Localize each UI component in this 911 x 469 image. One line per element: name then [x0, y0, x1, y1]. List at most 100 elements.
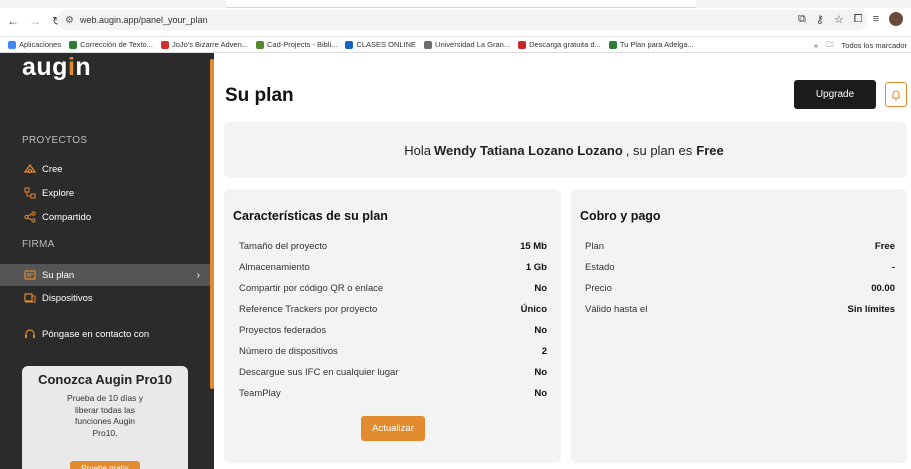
list-item: Almacenamiento 1 Gb	[239, 257, 547, 278]
row-value: No	[534, 325, 547, 336]
bookmark-label: JoJo's Bizarre Adven...	[171, 40, 248, 49]
bookmark-label: Tu Plan para Adelga...	[619, 40, 694, 49]
sidebar-item-su-plan[interactable]: Su plan ›	[0, 264, 210, 286]
bookmark-item[interactable]: CLASES ONLINE	[345, 40, 416, 49]
password-icon[interactable]: ⚷	[816, 13, 824, 26]
url-text: web.augin.app/panel_your_plan	[79, 15, 208, 25]
bookmark-favicon-icon	[69, 40, 78, 49]
profile-avatar[interactable]	[889, 12, 903, 26]
star-icon[interactable]: ☆	[834, 13, 844, 26]
row-label: Compartir por código QR o enlace	[239, 283, 384, 294]
promo-card: Conozca Augin Pro10 Prueba de 10 días y …	[22, 366, 188, 469]
apps-grid-icon	[8, 40, 16, 49]
row-value: No	[534, 367, 547, 378]
list-item: Descargue sus IFC en cualquier lugar No	[239, 362, 547, 383]
sidebar-item-compartido[interactable]: Compartido	[0, 206, 210, 228]
browser-actions: ⧉ ⚷ ☆ ⧠ ≡	[798, 9, 903, 29]
list-item: Proyectos federados No	[239, 320, 547, 341]
headset-icon	[24, 328, 36, 340]
bookmark-favicon-icon	[518, 40, 527, 49]
greeting-banner: Hola Wendy Tatiana Lozano Lozano , su pl…	[224, 122, 907, 178]
list-item: Compartir por código QR o enlace No	[239, 278, 547, 299]
upgrade-button[interactable]: Upgrade	[794, 80, 876, 109]
bookmark-favicon-icon	[424, 40, 433, 49]
bookmark-label: Cad-Projects - Bibli...	[267, 40, 338, 49]
list-item: Estado -	[585, 257, 895, 278]
tab-strip	[0, 0, 911, 8]
sidebar-item-cree[interactable]: Cree	[0, 158, 210, 180]
address-bar[interactable]: ⚙ web.augin.app/panel_your_plan	[57, 10, 867, 30]
bookmark-item[interactable]: Corrección de Texto...	[69, 40, 153, 49]
bookmark-item[interactable]: Descarga gratuita d...	[518, 40, 601, 49]
bookmarks-more[interactable]: »	[814, 41, 818, 50]
list-item: Válido hasta el Sin límites	[585, 299, 895, 320]
sidebar-item-label: Cree	[42, 163, 63, 175]
greeting-prefix: Hola	[404, 142, 432, 158]
main-content: Su plan Upgrade Hola Wendy Tatiana Lozan…	[214, 53, 911, 469]
sidebar-item-explore[interactable]: Explore	[0, 182, 210, 204]
bookmark-label: Aplicaciones	[19, 40, 62, 49]
explore-icon	[24, 187, 36, 199]
bookmark-favicon-icon	[160, 40, 169, 49]
sidebar: augin PROYECTOS Cree Explore Compartido …	[0, 53, 214, 469]
sidebar-item-label: Su plan	[42, 269, 75, 281]
bookmarks-right: » 🗀 Todos los marcador	[807, 37, 907, 52]
row-value: 1 Gb	[525, 262, 547, 273]
share-icon	[24, 211, 36, 223]
row-value: 00.00	[871, 283, 895, 294]
bookmark-item[interactable]: Universidad La Gran...	[424, 40, 510, 49]
list-item: Precio 00.00	[585, 278, 895, 299]
row-label: TeamPlay	[239, 388, 281, 399]
plan-icon	[24, 269, 36, 281]
notification-bell-icon[interactable]	[885, 82, 907, 107]
plan-name: Free	[696, 142, 724, 158]
row-value: No	[534, 388, 547, 399]
billing-list: Plan Free Estado - Precio 00.00 Válido hasta e…	[585, 236, 895, 320]
menu-list-icon[interactable]: ≡	[873, 13, 879, 25]
bookmark-item[interactable]: Cad-Projects - Bibli...	[256, 40, 337, 49]
site-info-icon[interactable]: ⚙	[65, 15, 74, 26]
create-icon	[24, 163, 36, 175]
row-label: Número de dispositivos	[239, 346, 338, 357]
section-projects: PROYECTOS	[22, 135, 88, 146]
folder-icon: 🗀	[826, 39, 834, 49]
row-label: Descargue sus IFC en cualquier lugar	[239, 367, 399, 378]
sidebar-item-contact[interactable]: Póngase en contacto con	[0, 323, 210, 345]
all-bookmarks[interactable]: Todos los marcador	[842, 41, 907, 50]
sidebar-item-label: Dispositivos	[42, 292, 93, 304]
install-icon[interactable]: ⧉	[798, 13, 806, 26]
plan-features-card: Características de su plan Tamaño del pr…	[224, 189, 561, 463]
sidebar-item-dispositivos[interactable]: Dispositivos	[0, 287, 210, 309]
back-icon[interactable]: ←	[4, 12, 22, 30]
bookmark-item[interactable]: JoJo's Bizarre Adven...	[160, 40, 248, 49]
sidebar-item-label: Explore	[42, 187, 75, 199]
row-label: Almacenamiento	[239, 262, 310, 273]
row-label: Estado	[585, 262, 615, 273]
row-value: -	[891, 262, 895, 273]
bookmark-label: CLASES ONLINE	[356, 40, 417, 49]
row-label: Válido hasta el	[585, 304, 648, 315]
extensions-icon[interactable]: ⧠	[854, 13, 863, 26]
row-label: Plan	[585, 241, 605, 252]
row-label: Reference Trackers por proyecto	[239, 304, 378, 315]
forward-icon[interactable]: →	[26, 12, 44, 30]
active-tab[interactable]	[226, 0, 696, 8]
try-free-button[interactable]: Pruebe gratis	[70, 461, 140, 469]
list-item: Número de dispositivos 2	[239, 341, 547, 362]
promo-title: Conozca Augin Pro10	[38, 372, 172, 387]
user-name: Wendy Tatiana Lozano Lozano	[434, 142, 623, 158]
devices-icon	[24, 292, 36, 304]
section-firma: FIRMA	[22, 239, 55, 250]
list-item: Tamaño del proyecto 15 Mb	[239, 236, 547, 257]
row-value: 2	[541, 346, 547, 357]
sidebar-item-label: Póngase en contacto con	[42, 328, 150, 340]
greeting-middle: , su plan es	[625, 142, 693, 158]
augin-logo[interactable]: augin	[22, 53, 91, 82]
bookmark-item[interactable]: Tu Plan para Adelga...	[608, 40, 694, 49]
list-item: Plan Free	[585, 236, 895, 257]
bookmark-item[interactable]: Aplicaciones	[8, 40, 61, 49]
row-label: Tamaño del proyecto	[239, 241, 328, 252]
features-title: Características de su plan	[233, 209, 388, 223]
bookmark-favicon-icon	[608, 40, 617, 49]
update-button[interactable]: Actualizar	[361, 416, 425, 441]
